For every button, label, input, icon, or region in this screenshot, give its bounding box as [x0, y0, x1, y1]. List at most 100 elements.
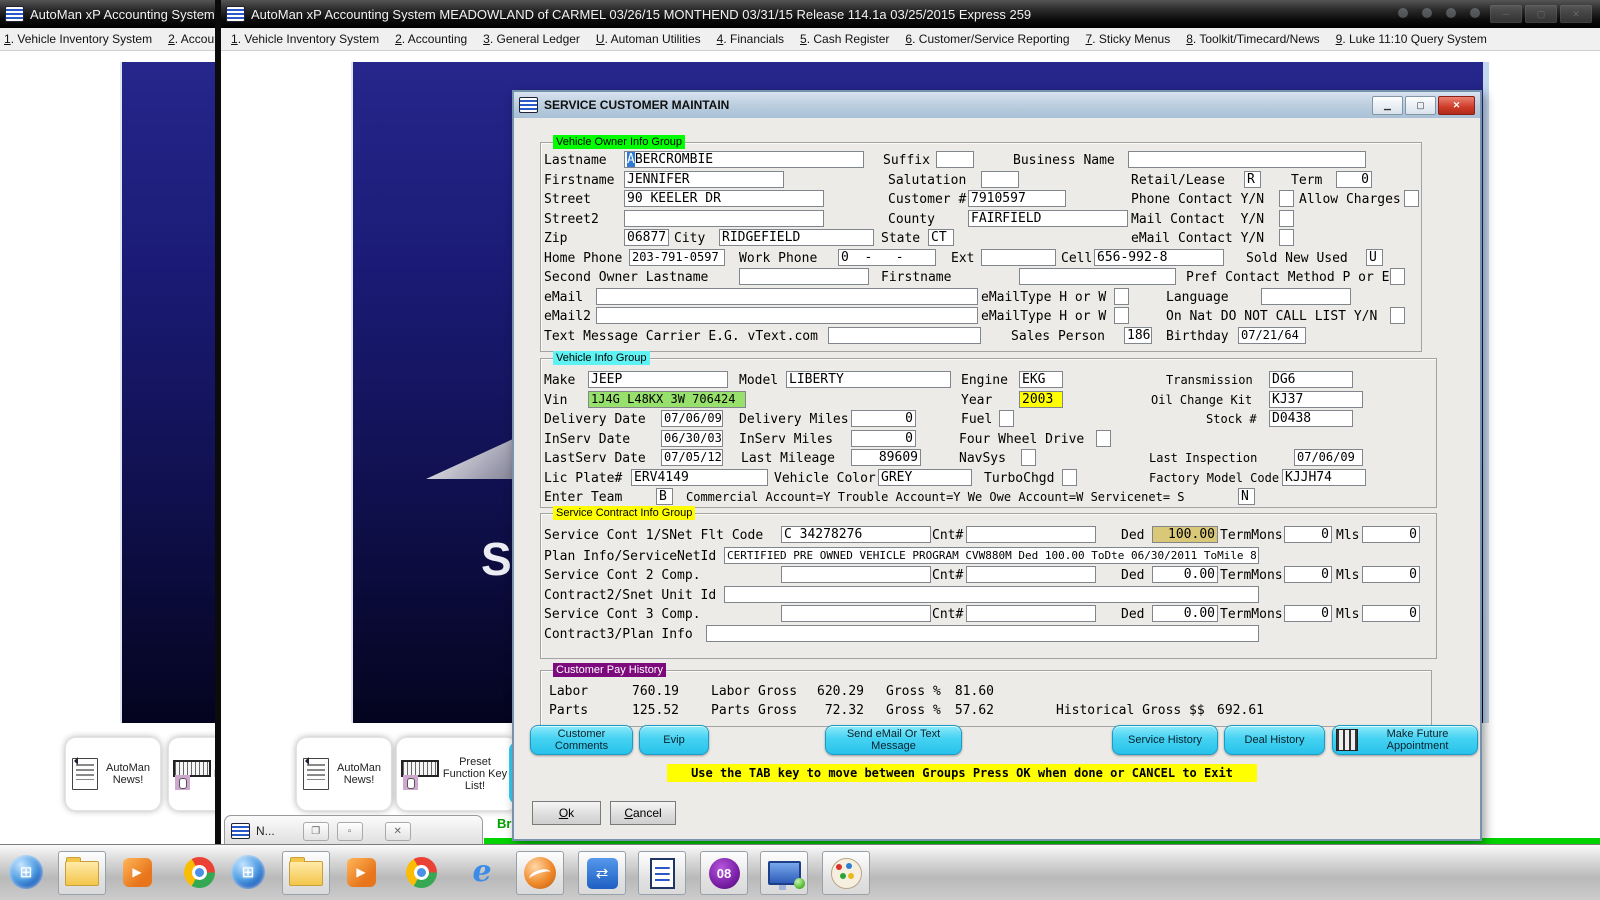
last-inspection-field[interactable]: 07/06/09: [1294, 449, 1363, 466]
vin-field[interactable]: 1J4G L48KX 3W 706424: [588, 391, 746, 408]
menu-item-accounting[interactable]: 2. Accounting: [168, 32, 215, 46]
year-field[interactable]: 2003: [1019, 391, 1063, 408]
license-plate-field[interactable]: ERV4149: [631, 469, 768, 486]
business-name-field[interactable]: [1128, 151, 1366, 168]
allow-charges-checkbox[interactable]: [1404, 190, 1419, 207]
pref-contact-checkbox[interactable]: [1390, 268, 1405, 285]
dialog-titlebar[interactable]: SERVICE CUSTOMER MAINTAIN ▁ ▢ ✕: [514, 92, 1480, 118]
minimized-window-fragment[interactable]: N... ❐ ▫ ✕: [224, 815, 483, 845]
customer-number-field[interactable]: 7910597: [968, 190, 1066, 207]
evip-button[interactable]: Evip: [639, 725, 709, 755]
document-app-button[interactable]: [638, 851, 686, 895]
menu-item-financials[interactable]: 4. Financials: [717, 32, 784, 46]
navsys-checkbox[interactable]: [1021, 449, 1036, 466]
make-field[interactable]: JEEP: [588, 371, 728, 388]
salutation-field[interactable]: [981, 171, 1019, 188]
customer-comments-button[interactable]: Customer Comments: [530, 725, 633, 755]
language-field[interactable]: [1261, 288, 1351, 305]
second-owner-firstname-field[interactable]: [1019, 268, 1176, 285]
email2-field[interactable]: [596, 307, 978, 324]
enter-team-field[interactable]: B: [656, 488, 673, 505]
menu-item-general-ledger[interactable]: 3. General Ledger: [483, 32, 580, 46]
contract3-plan-field[interactable]: [706, 625, 1259, 642]
minimize-button[interactable]: ▁: [1372, 96, 1403, 115]
do-not-call-checkbox[interactable]: [1390, 307, 1405, 324]
menu-item-sticky-menus[interactable]: 7. Sticky Menus: [1086, 32, 1171, 46]
home-phone-field[interactable]: 203-791-0597: [629, 249, 725, 266]
menu-item-accounting[interactable]: 2. Accounting: [395, 32, 467, 46]
delivery-date-field[interactable]: 07/06/09: [661, 410, 723, 427]
send-email-text-button[interactable]: Send eMail Or Text Message: [825, 725, 962, 755]
cnt2-field[interactable]: [966, 566, 1096, 583]
last-mileage-field[interactable]: 89609: [851, 449, 921, 466]
restore-button[interactable]: ❐: [303, 822, 329, 841]
emailtype-checkbox[interactable]: [1114, 288, 1129, 305]
fuel-checkbox[interactable]: [999, 410, 1014, 427]
service-cont2-field[interactable]: [781, 566, 931, 583]
turbochgd-checkbox[interactable]: [1062, 469, 1077, 486]
menu-item-vehicle-inventory[interactable]: 1. Vehicle Inventory System: [231, 32, 379, 46]
tile-automan-news[interactable]: AutoMan News!: [296, 737, 392, 811]
service-cont3-field[interactable]: [781, 605, 931, 622]
termmons2-field[interactable]: 0: [1284, 566, 1332, 583]
menu-item-luke-query-system[interactable]: 9. Luke 11:10 Query System: [1336, 32, 1487, 46]
termmons1-field[interactable]: 0: [1284, 526, 1332, 543]
internet-explorer-button[interactable]: e: [462, 851, 502, 893]
service-history-button[interactable]: Service History: [1112, 725, 1218, 755]
ext-field[interactable]: [981, 249, 1056, 266]
street2-field[interactable]: [624, 210, 824, 227]
close-button[interactable]: ✕: [1560, 5, 1592, 23]
menu-item-cash-register[interactable]: 5. Cash Register: [800, 32, 889, 46]
lastname-field[interactable]: ABERCROMBIE: [624, 151, 864, 168]
automan-app-button[interactable]: [516, 851, 564, 895]
menu-item-vehicle-inventory[interactable]: 1. Vehicle Inventory System: [4, 32, 152, 46]
cancel-button[interactable]: Cancel: [610, 801, 676, 825]
city-field[interactable]: RIDGEFIELD: [719, 229, 874, 246]
sold-new-used-field[interactable]: U: [1366, 249, 1383, 266]
file-explorer-button-2[interactable]: [282, 851, 330, 895]
service-cont1-field[interactable]: C 34278276: [781, 526, 931, 543]
menu-item-customer-service-reporting[interactable]: 6. Customer/Service Reporting: [905, 32, 1069, 46]
email-contact-checkbox[interactable]: [1279, 229, 1294, 246]
chrome-button[interactable]: [180, 851, 218, 893]
minimize-button[interactable]: ─: [1490, 5, 1522, 23]
phone-contact-checkbox[interactable]: [1279, 190, 1294, 207]
stock-number-field[interactable]: D0438: [1269, 410, 1353, 427]
cnt3-field[interactable]: [966, 605, 1096, 622]
delivery-miles-field[interactable]: 0: [851, 410, 916, 427]
firstname-field[interactable]: JENNIFER: [624, 171, 784, 188]
inserv-miles-field[interactable]: 0: [851, 430, 916, 447]
factory-model-code-field[interactable]: KJJH74: [1282, 469, 1366, 486]
start-button[interactable]: ⊞: [6, 851, 46, 893]
sales-person-field[interactable]: 186: [1124, 327, 1152, 344]
oil-change-kit-field[interactable]: KJ37: [1269, 391, 1363, 408]
zip-field[interactable]: 06877: [624, 229, 669, 246]
make-future-appointment-button[interactable]: Make Future Appointment: [1332, 725, 1478, 755]
teamviewer-button[interactable]: ⇄: [578, 851, 626, 895]
engine-field[interactable]: EKG: [1019, 371, 1063, 388]
transmission-field[interactable]: DG6: [1269, 371, 1353, 388]
email-field[interactable]: [596, 288, 978, 305]
term-field[interactable]: 0: [1336, 171, 1372, 188]
app-08-button[interactable]: 08: [700, 851, 748, 895]
contract2-unit-field[interactable]: [724, 586, 1259, 603]
ded3-field[interactable]: 0.00: [1152, 605, 1218, 622]
tile-automan-news[interactable]: AutoMan News!: [65, 737, 161, 811]
maximize-button[interactable]: ▢: [1525, 5, 1557, 23]
county-field[interactable]: FAIRFIELD: [968, 210, 1128, 227]
text-carrier-field[interactable]: [828, 327, 981, 344]
close-button[interactable]: ✕: [385, 822, 411, 841]
work-phone-field[interactable]: 0 - -: [838, 249, 936, 266]
media-player-button-2[interactable]: ▶: [342, 851, 380, 893]
mail-contact-checkbox[interactable]: [1279, 210, 1294, 227]
ded1-field[interactable]: 100.00: [1152, 526, 1218, 543]
paint-app-button[interactable]: [822, 851, 870, 895]
file-explorer-button[interactable]: [58, 851, 106, 895]
start-button-2[interactable]: ⊞: [228, 851, 268, 893]
street-field[interactable]: 90 KEELER DR: [624, 190, 824, 207]
second-owner-lastname-field[interactable]: [739, 268, 869, 285]
state-field[interactable]: CT: [928, 229, 954, 246]
mls3-field[interactable]: 0: [1362, 605, 1420, 622]
minimize-button[interactable]: ▫: [337, 822, 363, 841]
maximize-button[interactable]: ▢: [1405, 96, 1436, 115]
